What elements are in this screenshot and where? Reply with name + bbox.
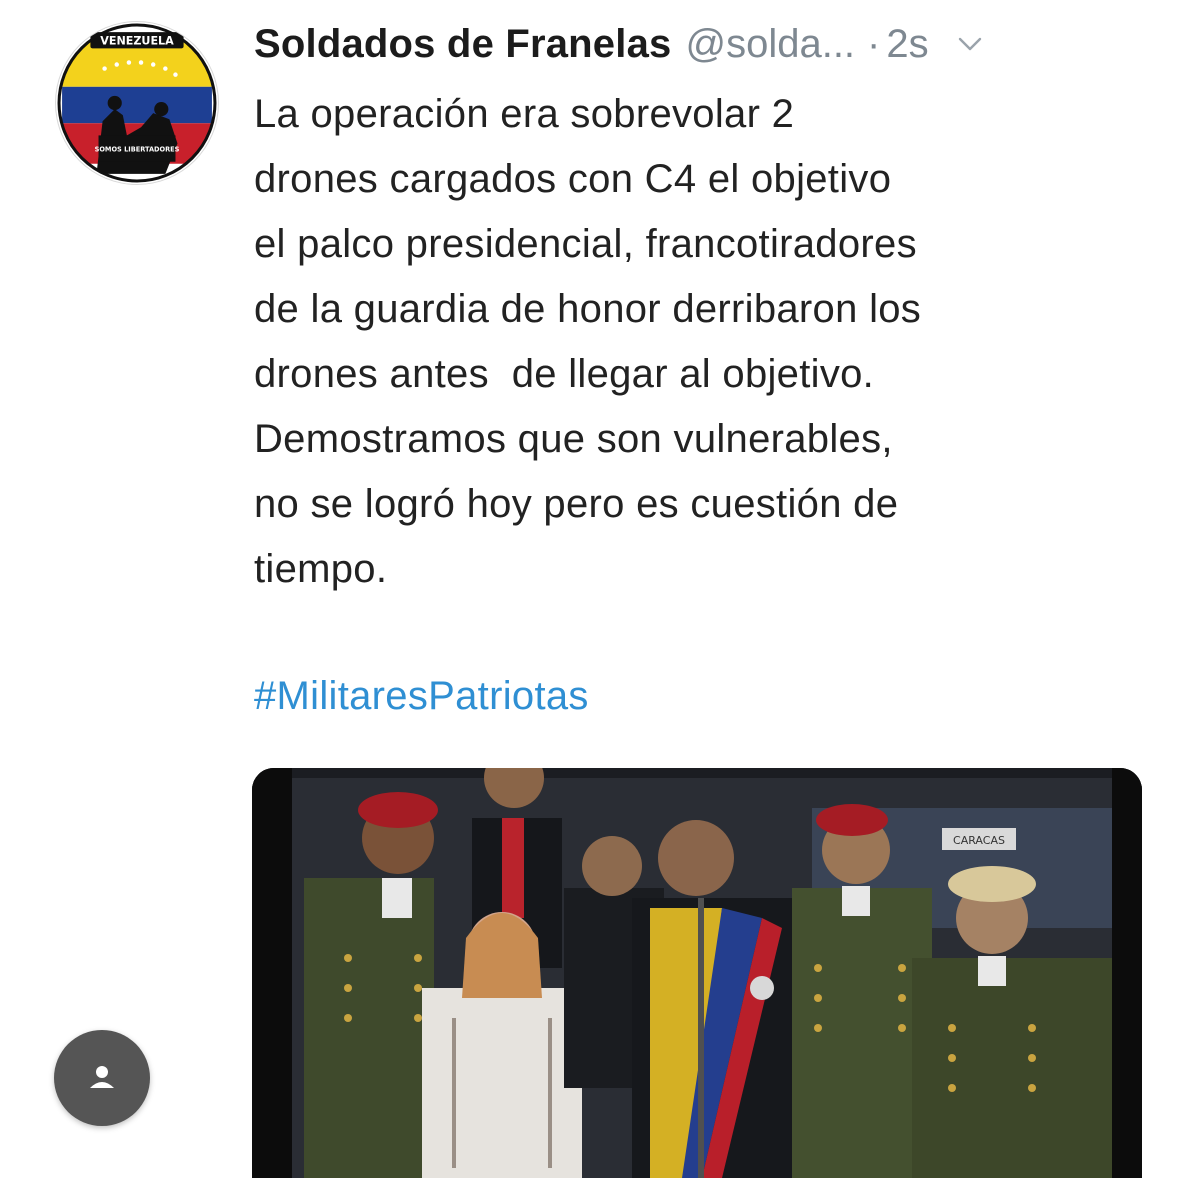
hashtag-link[interactable]: #MilitaresPatriotas [254,664,589,729]
sign-text: CARACAS [953,834,1005,847]
tweet-text-line: La operación era sobrevolar 2 [254,92,795,136]
tweet-text-line: de la guardia de honor derribaron los [254,287,922,331]
user-icon [90,1066,114,1088]
tweet-text-line: drones cargados con C4 el objetivo [254,157,892,201]
separator-dot: · [867,21,881,66]
timestamp[interactable]: 2s [886,22,928,67]
profile-button[interactable] [54,1030,150,1126]
tweet-text-line: no se logró hoy pero es cuestión de [254,482,899,526]
video-thumbnail[interactable]: CARACAS [252,768,1142,1178]
tweet-text: La operación era sobrevolar 2 drones car… [254,82,1154,602]
logo-top-text: VENEZUELA [100,34,174,47]
profile-avatar[interactable]: VENEZUELA SOMOS LIBERTADORES [56,22,218,184]
video-frame-image: CARACAS [252,768,1142,1178]
tweet-text-line: el palco presidencial, francotiradores [254,222,917,266]
user-handle[interactable]: @solda... [685,22,855,67]
venezuela-logo-image: VENEZUELA SOMOS LIBERTADORES [57,23,217,183]
tweet-text-line: Demostramos que son vulnerables, [254,417,893,461]
tweet-header: Soldados de Franelas @solda... · 2s [254,14,1154,74]
display-name[interactable]: Soldados de Franelas [254,22,671,67]
chevron-down-icon[interactable] [955,29,985,59]
logo-bottom-text: SOMOS LIBERTADORES [95,146,180,154]
tweet-text-line: drones antes de llegar al objetivo. [254,352,875,396]
tweet-text-line: tiempo. [254,547,388,591]
